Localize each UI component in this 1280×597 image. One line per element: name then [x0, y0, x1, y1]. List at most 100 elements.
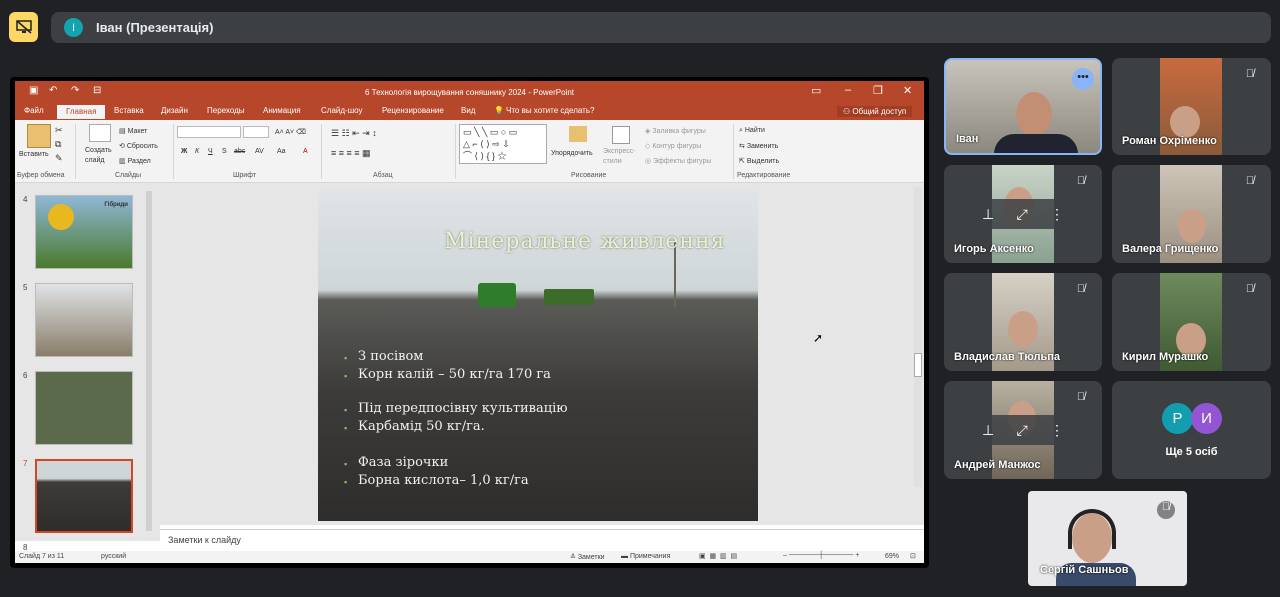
shapes-gallery[interactable]: ▭ ╲ ╲ ▭ ○ ▭ △ ⌐ ⟨ ⟩ ⇨ ⇩ ⌒ ⟨ ⟩ { } ☆: [459, 124, 547, 164]
replace-icon: ⇆: [739, 143, 747, 150]
participant-tile[interactable]: ⊥ ⤢ ⋮ 🎙̸ Андрей Манжос: [944, 381, 1102, 479]
separator: [455, 124, 456, 179]
layout-button[interactable]: ▤ Макет: [119, 127, 147, 135]
tab-design[interactable]: Дизайн: [161, 106, 188, 115]
tractor-image: [478, 283, 516, 307]
thumb-number: 7: [23, 459, 28, 468]
more-options-icon[interactable]: ⋮: [1050, 422, 1064, 439]
notes-icon: ≙: [570, 554, 578, 561]
bullets-icon[interactable]: ☰ ☷ ⇤ ⇥ ↕: [331, 128, 377, 139]
fullscreen-icon[interactable]: ⤢: [1017, 206, 1028, 223]
copy-icon[interactable]: ⧉: [55, 139, 61, 150]
notes-pane[interactable]: Заметки к слайду: [160, 529, 924, 551]
paste-icon[interactable]: [27, 124, 51, 148]
participant-tile[interactable]: 🎙̸ Валера Грищенко: [1112, 165, 1271, 263]
font-name-input[interactable]: [177, 126, 241, 138]
group-font: Шрифт: [233, 172, 257, 179]
grow-font-icon[interactable]: A˄ A˅ ⌫: [275, 128, 306, 136]
tell-me-input[interactable]: Что вы хотите сделать?: [506, 106, 594, 115]
participant-tile[interactable]: 🎙̸ Кирил Мурашко: [1112, 273, 1271, 371]
underline-button[interactable]: Ч: [208, 148, 213, 155]
thumb-slide-6[interactable]: [35, 371, 133, 445]
tab-animations[interactable]: Анимация: [263, 106, 301, 115]
reset-button[interactable]: ⟲ Сбросить: [119, 142, 158, 150]
separator: [75, 124, 76, 179]
find-button[interactable]: ⌕ Найти: [739, 127, 765, 135]
slide-thumbnails: 4 Гібриди 5 6 7 8: [15, 183, 160, 552]
participant-tile[interactable]: 🎙̸ Роман Охріменко: [1112, 58, 1271, 155]
participant-tile[interactable]: 🎙̸ Владислав Тюльпа: [944, 273, 1102, 371]
more-options-icon[interactable]: ⋮: [1050, 206, 1064, 223]
tab-view[interactable]: Вид: [461, 106, 475, 115]
zoom-slider[interactable]: – ──────┼────── +: [783, 552, 859, 559]
participant-tile[interactable]: ••• Іван: [944, 58, 1102, 155]
more-options-icon[interactable]: •••: [1072, 68, 1094, 90]
participant-name: Кирил Мурашко: [1122, 351, 1209, 363]
more-participants-tile[interactable]: Р И Ще 5 осіб: [1112, 381, 1271, 479]
tab-file[interactable]: Файл: [24, 106, 44, 115]
maximize-icon[interactable]: ❐: [873, 84, 883, 97]
lightbulb-icon: 💡: [494, 106, 504, 115]
case-button[interactable]: Aa: [277, 148, 286, 155]
bold-button[interactable]: Ж: [181, 148, 187, 155]
minimize-icon[interactable]: –: [845, 84, 851, 96]
more-participants-label: Ще 5 осіб: [1165, 446, 1218, 458]
thumb-slide-4[interactable]: Гібриди: [35, 195, 133, 269]
tab-insert[interactable]: Вставка: [114, 106, 144, 115]
strikethrough-button[interactable]: abc: [234, 148, 245, 155]
arrange-button[interactable]: Упорядочить: [551, 150, 593, 157]
thumbs-scrollbar[interactable]: [146, 191, 152, 531]
presentation-off-icon[interactable]: [9, 12, 38, 42]
close-icon[interactable]: ✕: [903, 84, 912, 97]
quick-styles-icon[interactable]: [612, 126, 630, 144]
italic-button[interactable]: К: [195, 148, 199, 155]
quick-styles-button[interactable]: Экспресс-стили: [603, 147, 641, 167]
tab-transitions[interactable]: Переходы: [207, 106, 245, 115]
replace-button[interactable]: ⇆ Заменить: [739, 142, 778, 150]
arrange-icon[interactable]: [569, 126, 587, 142]
mic-off-icon: 🎙̸: [1076, 391, 1086, 403]
font-size-input[interactable]: [243, 126, 269, 138]
paste-button[interactable]: Вставить: [19, 151, 49, 158]
fullscreen-icon[interactable]: ⤢: [1017, 422, 1028, 439]
new-slide-icon[interactable]: [89, 124, 111, 142]
pin-icon[interactable]: ⊥: [982, 422, 994, 439]
spacing-button[interactable]: AV: [255, 148, 264, 155]
notes-toggle[interactable]: ≙ Заметки: [570, 553, 605, 561]
scroll-thumb[interactable]: [914, 353, 922, 377]
ppt-titlebar: ▣ ↶ ↷ ⊟ 6 Технологія вирощування соняшни…: [15, 81, 924, 103]
language[interactable]: русский: [101, 553, 126, 560]
pin-icon[interactable]: ⊥: [982, 206, 994, 223]
self-view-tile[interactable]: 🎙̸ Сергій Сашньов: [1028, 491, 1187, 586]
zoom-level[interactable]: 69%: [885, 553, 899, 560]
share-button[interactable]: ⚇ Общий доступ: [837, 106, 913, 117]
thumb-slide-7[interactable]: [35, 459, 133, 533]
person-icon: ⚇: [843, 107, 853, 116]
thumb-text: Гібриди: [104, 202, 128, 208]
shadow-button[interactable]: S: [222, 148, 227, 155]
cut-icon[interactable]: ✂: [55, 125, 63, 136]
fit-icon[interactable]: ⊡: [910, 552, 916, 560]
bullet-icon: ▪: [344, 477, 348, 487]
thumb-number: 5: [23, 283, 28, 292]
format-painter-icon[interactable]: ✎: [55, 153, 63, 164]
ribbon-display-icon[interactable]: ▭: [811, 84, 821, 97]
select-button[interactable]: ⇱ Выделить: [739, 157, 779, 165]
thumb-slide-5[interactable]: [35, 283, 133, 357]
align-icon[interactable]: ≡ ≡ ≡ ≡ ▦: [331, 148, 371, 159]
font-color-button[interactable]: A: [303, 148, 308, 155]
outline-label: Контур фигуры: [652, 143, 702, 150]
canvas-scrollbar[interactable]: [914, 187, 922, 487]
effects-button[interactable]: ◎ Эффекты фигуры: [645, 157, 711, 165]
outline-button[interactable]: ◇ Контур фигуры: [645, 142, 701, 150]
section-button[interactable]: ▥ Раздел: [119, 157, 151, 165]
view-buttons[interactable]: ▣ ▦ ▥ ▤: [699, 552, 737, 560]
new-slide-button[interactable]: Создать слайд: [85, 146, 117, 166]
tab-review[interactable]: Рецензирование: [382, 106, 444, 115]
comments-toggle[interactable]: ▬ Примечания: [621, 553, 670, 560]
participant-name: Андрей Манжос: [954, 459, 1041, 471]
participant-tile[interactable]: ⊥ ⤢ ⋮ 🎙̸ Игорь Аксенко: [944, 165, 1102, 263]
tab-home[interactable]: Главная: [57, 105, 106, 119]
fill-button[interactable]: ◈ Заливка фигуры: [645, 127, 706, 135]
tab-slideshow[interactable]: Слайд-шоу: [321, 106, 362, 115]
